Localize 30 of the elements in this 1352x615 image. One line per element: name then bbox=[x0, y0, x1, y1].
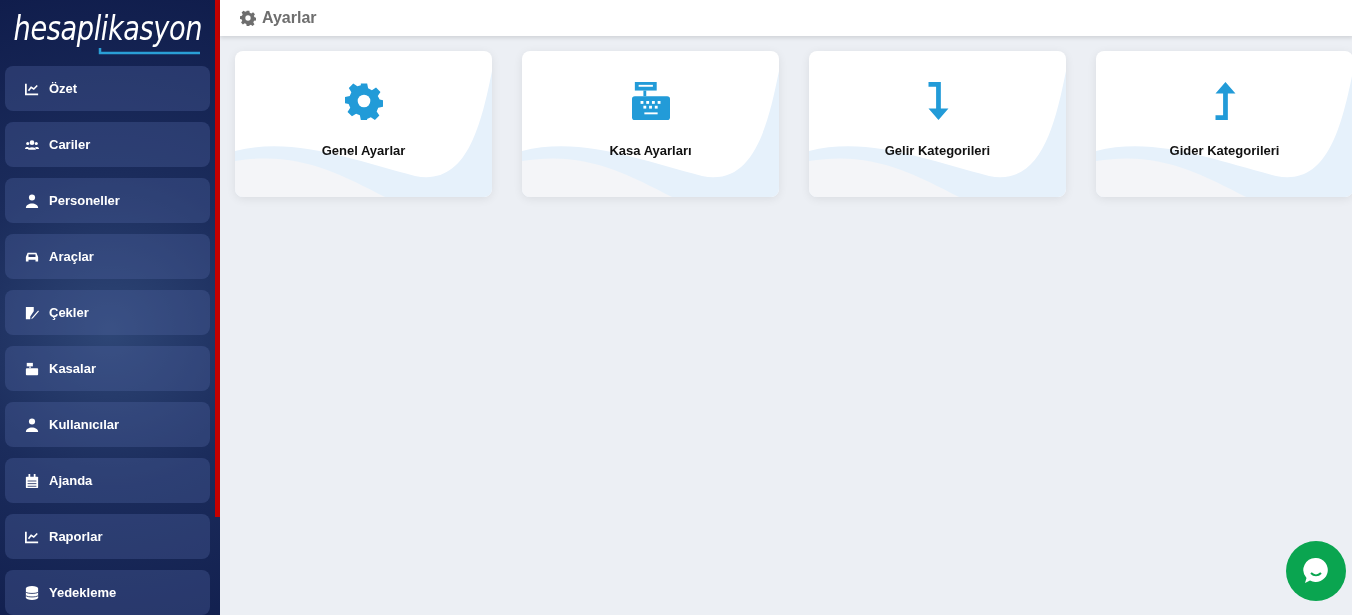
sidebar-item[interactable]: Kasalar bbox=[5, 346, 210, 391]
sidebar-item[interactable]: Araçlar bbox=[5, 234, 210, 279]
cash-register-icon bbox=[25, 361, 39, 376]
users-icon bbox=[25, 137, 39, 152]
chat-button[interactable] bbox=[1286, 541, 1346, 601]
user-icon bbox=[25, 417, 39, 432]
sidebar-item[interactable]: Çekler bbox=[5, 290, 210, 335]
page-title: Ayarlar bbox=[262, 9, 317, 27]
sidebar-item[interactable]: Özet bbox=[5, 66, 210, 111]
calendar-icon bbox=[25, 473, 39, 488]
sidebar-item[interactable]: Raporlar bbox=[5, 514, 210, 559]
chart-icon bbox=[25, 529, 39, 544]
database-icon bbox=[25, 585, 39, 600]
settings-card[interactable]: Kasa Ayarları bbox=[522, 51, 779, 197]
settings-card[interactable]: Gelir Kategorileri bbox=[809, 51, 1066, 197]
chart-icon bbox=[25, 81, 39, 96]
settings-card[interactable]: Gider Kategorileri bbox=[1096, 51, 1352, 197]
sidebar-item[interactable]: Cariler bbox=[5, 122, 210, 167]
user-icon bbox=[25, 193, 39, 208]
sidebar-item[interactable]: Yedekleme bbox=[5, 570, 210, 615]
edit-icon bbox=[25, 305, 39, 320]
sidebar-item[interactable]: Ajanda bbox=[5, 458, 210, 503]
sidebar-item[interactable]: Personeller bbox=[5, 178, 210, 223]
gear-icon bbox=[344, 82, 383, 120]
chat-bubble-icon bbox=[1301, 556, 1331, 586]
settings-card[interactable]: Genel Ayarlar bbox=[235, 51, 492, 197]
settings-icon bbox=[240, 10, 256, 26]
logo: hesaplikasyon bbox=[5, 0, 210, 55]
cash-register-icon bbox=[631, 82, 670, 120]
sidebar-item[interactable]: Kullanıcılar bbox=[5, 402, 210, 447]
